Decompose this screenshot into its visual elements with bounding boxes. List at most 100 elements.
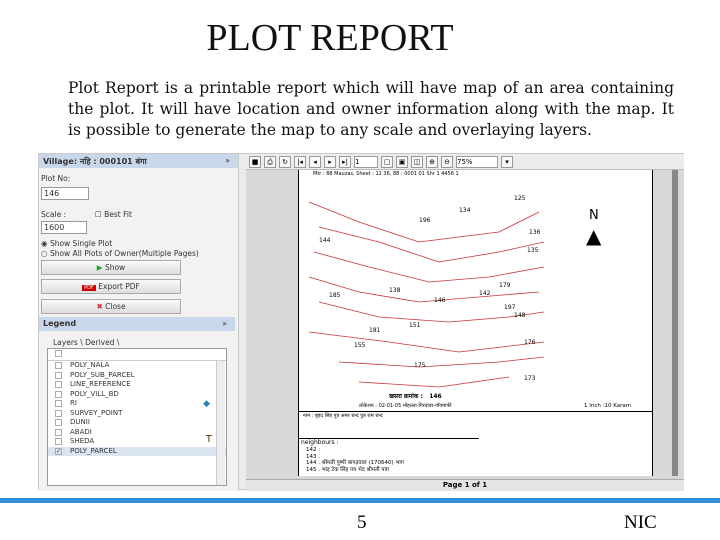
last-page-button[interactable]: ▸| bbox=[339, 155, 351, 168]
layer-row[interactable]: SHEDA bbox=[48, 437, 226, 447]
plot-no-input[interactable]: 146 bbox=[41, 187, 89, 200]
viewer-toolbar: ■ ⎙ ↻ |◂ ◂ ▸ ▸| 1 ▢ ▣ ◫ ⊕ ⊖ 75% ▾ bbox=[246, 154, 684, 170]
report-header-line: Mtr : 88 Mauzas, Sheet : 12 36, 88 : 000… bbox=[313, 171, 459, 177]
layers-list: POLY_NALA POLY_SUB_PARCEL LINE_REFERENCE PO… bbox=[47, 348, 227, 486]
scale-input[interactable]: 1600 bbox=[41, 221, 87, 234]
plot-value: 146 bbox=[429, 393, 442, 400]
app-screenshot: Village: नहि : 000101 बंगा » Plot No: 146… bbox=[38, 153, 684, 491]
close-icon: ✖ bbox=[96, 302, 103, 311]
left-panel: Village: नहि : 000101 बंगा » Plot No: 146… bbox=[39, 154, 239, 491]
parcel-boundary bbox=[338, 356, 545, 368]
legend-title: Legend bbox=[43, 319, 77, 328]
layer-checkbox[interactable]: ✓ bbox=[55, 447, 62, 455]
neighbours-label: neighbours : bbox=[301, 439, 339, 446]
plot-label: खसरा क्रमांक : bbox=[389, 393, 423, 400]
layer-row[interactable]: ABADI bbox=[48, 428, 226, 438]
plot-number-label: 138 bbox=[389, 287, 401, 294]
layer-row[interactable]: POLY_NALA bbox=[48, 361, 226, 371]
viewer-scrollbar[interactable] bbox=[672, 170, 678, 476]
plot-map: 125 134 135 136 138 144 146 142 148 176 175 173 181 1… bbox=[308, 195, 545, 388]
owner-line: नाम : बृहद सिंह पुत्र अमर चन्द पुत्र राम… bbox=[303, 413, 383, 419]
layer-checkbox[interactable] bbox=[55, 428, 62, 436]
layer-name: SHEDA bbox=[70, 437, 95, 445]
actual-size-icon[interactable]: ▢ bbox=[381, 155, 393, 168]
layer-row[interactable]: LINE_REFERENCE bbox=[48, 380, 226, 390]
plot-number-label: 196 bbox=[419, 217, 431, 224]
prev-page-button[interactable]: ◂ bbox=[309, 155, 321, 168]
select-all-checkbox[interactable] bbox=[55, 350, 62, 357]
layers-scrollbar[interactable] bbox=[216, 361, 225, 485]
export-pdf-button[interactable]: PDF Export PDF bbox=[41, 279, 181, 294]
layer-row[interactable]: POLY_VILL_BD bbox=[48, 390, 226, 400]
plot-number-label: 144 bbox=[319, 237, 331, 244]
layer-name: LINE_REFERENCE bbox=[70, 380, 131, 388]
page-input[interactable]: 1 bbox=[354, 155, 378, 168]
collapse-icon[interactable]: » bbox=[225, 156, 230, 165]
neighbour-item: 144 . श्रीमती पुष्पी बागड़वाल (170640) भ… bbox=[306, 460, 404, 466]
layer-row[interactable]: ✓ POLY_PARCEL bbox=[48, 446, 226, 456]
layer-checkbox[interactable] bbox=[55, 371, 62, 379]
layer-name: ABADI bbox=[70, 427, 92, 436]
tab-derived[interactable]: Derived bbox=[85, 338, 114, 347]
legend-header[interactable]: Legend » bbox=[39, 317, 235, 331]
chevron-down-icon[interactable]: ▾ bbox=[501, 155, 513, 168]
zoom-in-icon[interactable]: ⊕ bbox=[426, 155, 438, 168]
layer-checkbox[interactable] bbox=[55, 390, 62, 398]
plot-number-label: 136 bbox=[529, 229, 541, 236]
north-arrow-label: N bbox=[589, 208, 599, 223]
plot-number-label: 176 bbox=[524, 339, 536, 346]
neighbours-list: 142 :143 . 144 . श्रीमती पुष्पी बागड़वाल … bbox=[306, 447, 404, 473]
plot-number-label: 185 bbox=[329, 292, 341, 299]
layer-checkbox[interactable] bbox=[55, 409, 62, 417]
zoom-out-icon[interactable]: ⊖ bbox=[441, 155, 453, 168]
plot-number-label: 146 bbox=[434, 297, 446, 304]
tab-layers[interactable]: Layers bbox=[53, 338, 78, 347]
north-arrow-icon: ▲ bbox=[586, 224, 602, 248]
print-icon[interactable]: ⎙ bbox=[264, 155, 276, 168]
next-page-button[interactable]: ▸ bbox=[324, 155, 336, 168]
plot-number-label: 173 bbox=[524, 375, 536, 382]
village-header[interactable]: Village: नहि : 000101 बंगा » bbox=[39, 154, 238, 168]
fit-width-icon[interactable]: ◫ bbox=[411, 155, 423, 168]
report-page: Mtr : 88 Mauzas, Sheet : 12 36, 88 : 000… bbox=[298, 170, 653, 476]
zoom-select[interactable]: 75% bbox=[456, 155, 498, 168]
export-label: Export PDF bbox=[98, 282, 140, 291]
parcel-boundary bbox=[308, 331, 545, 353]
sheda-symbol-icon: T bbox=[205, 434, 212, 445]
radio-all-plots[interactable]: ○ Show All Plots of Owner(Multiple Pages… bbox=[41, 249, 199, 258]
best-fit-checkbox[interactable]: ☐ Best Fit bbox=[95, 210, 132, 219]
footer-org: NIC bbox=[624, 512, 657, 533]
close-label: Close bbox=[105, 302, 126, 311]
plot-number-label: 197 bbox=[504, 304, 516, 311]
plot-number-label: 175 bbox=[414, 362, 426, 369]
parcel-boundary bbox=[358, 376, 510, 388]
layer-row[interactable]: SURVEY_POINT bbox=[48, 409, 226, 419]
radio-single-label: Show Single Plot bbox=[49, 239, 113, 248]
layer-row[interactable]: RI bbox=[48, 399, 226, 409]
layer-checkbox[interactable] bbox=[55, 362, 62, 369]
pdf-icon: PDF bbox=[82, 285, 96, 291]
save-icon[interactable]: ■ bbox=[249, 155, 261, 168]
first-page-button[interactable]: |◂ bbox=[294, 155, 306, 168]
plot-number-label: 179 bbox=[499, 282, 511, 289]
page-status: Page 1 of 1 bbox=[246, 479, 684, 491]
parcel-boundary bbox=[318, 226, 545, 263]
collapse-icon[interactable]: » bbox=[222, 319, 227, 328]
layer-checkbox[interactable] bbox=[55, 438, 62, 445]
refresh-icon[interactable]: ↻ bbox=[279, 155, 291, 168]
fit-page-icon[interactable]: ▣ bbox=[396, 155, 408, 168]
close-button[interactable]: ✖ Close bbox=[41, 299, 181, 314]
layer-checkbox[interactable] bbox=[55, 419, 62, 426]
plot-number-label: 125 bbox=[514, 195, 526, 202]
plot-number-label: 134 bbox=[459, 207, 471, 214]
legend-tabs: Layers \ Derived \ bbox=[53, 338, 120, 347]
layer-row[interactable]: DUNII bbox=[48, 418, 226, 428]
plot-number-label: 142 bbox=[479, 290, 491, 297]
layer-name: POLY_NALA bbox=[70, 361, 110, 369]
radio-single-plot[interactable]: ◉ Show Single Plot bbox=[41, 239, 112, 248]
show-button[interactable]: ▶ Show bbox=[41, 260, 181, 275]
layer-checkbox[interactable] bbox=[55, 400, 62, 407]
layer-row[interactable]: POLY_SUB_PARCEL bbox=[48, 371, 226, 381]
layer-checkbox[interactable] bbox=[55, 381, 62, 388]
plot-number-line: खसरा क्रमांक : 146 bbox=[389, 392, 442, 400]
